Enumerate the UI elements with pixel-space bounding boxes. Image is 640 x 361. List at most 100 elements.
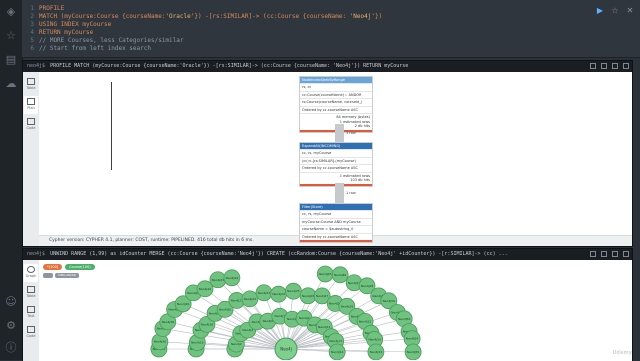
course-node[interactable]: Neo4j24 bbox=[270, 285, 287, 303]
course-node-label: Neo4j48 bbox=[361, 284, 374, 288]
tab-table[interactable]: Table bbox=[24, 76, 38, 94]
frame-controls bbox=[590, 63, 629, 69]
course-node[interactable]: Neo4j43 bbox=[209, 271, 227, 289]
course-node-label: Neo4j29 bbox=[341, 304, 354, 308]
course-node[interactable]: Neo4j46 bbox=[331, 266, 349, 284]
course-node-label: Neo4j22 bbox=[244, 297, 257, 301]
code-token: USING INDEX myCourse bbox=[39, 21, 112, 28]
fullscreen-icon[interactable] bbox=[601, 251, 607, 257]
course-node[interactable]: Neo4j23 bbox=[255, 284, 273, 302]
tab-code[interactable]: Code bbox=[24, 324, 38, 342]
collapse-icon[interactable] bbox=[612, 251, 618, 257]
tab-table[interactable]: Table bbox=[24, 284, 38, 302]
text-icon bbox=[27, 306, 35, 313]
course-node-label: Neo4j21 bbox=[231, 298, 244, 302]
clear-icon[interactable]: ✕ bbox=[626, 6, 634, 15]
course-node-label: Neo4j9 bbox=[299, 316, 310, 320]
close-icon[interactable] bbox=[623, 63, 629, 69]
plan-operator-detail: rs:Course(courseName, courseId_) bbox=[300, 98, 372, 106]
fullscreen-icon[interactable] bbox=[601, 63, 607, 69]
code-token: 'Neo4j' bbox=[349, 13, 375, 20]
frame-view-tabs: Graph Table Text Code bbox=[23, 260, 40, 361]
course-node-label: Neo4j25 bbox=[287, 289, 300, 293]
plan-operator-box[interactable]: Filter(Store) cc, rs, myCourse myCourse:Co… bbox=[299, 203, 373, 243]
udemy-logo: Udemy bbox=[612, 350, 633, 356]
code-icon bbox=[27, 118, 35, 125]
frame-query: UNWIND RANGE (1,99) as idCounter MERGE (… bbox=[50, 251, 508, 257]
plan-operator-box[interactable]: ExpandAll(INCOMING) cc, rs, myCourse (cc)<… bbox=[299, 142, 373, 187]
code-token: // MORE Courses, less Categories/similar bbox=[39, 37, 184, 44]
course-node-label: Neo4j20 bbox=[219, 307, 232, 311]
table-icon bbox=[27, 286, 35, 293]
course-node-label: Neo4j18 bbox=[201, 322, 214, 326]
course-node-label: Neo4j47 bbox=[348, 281, 361, 285]
plan-operator-detail: cc:Course(courseName) :: ANDOR bbox=[300, 90, 372, 99]
tab-graph[interactable]: Graph bbox=[24, 264, 38, 282]
course-node[interactable]: Neo4j14 bbox=[328, 343, 346, 360]
play-icon[interactable]: ▶ bbox=[596, 6, 604, 15]
frame-query-bar[interactable]: neo4j$ PROFILE MATCH (myCourse:Course {c… bbox=[23, 61, 632, 72]
course-node-label: Neo4j33 bbox=[368, 337, 381, 341]
tab-label: Plan bbox=[27, 106, 35, 110]
tab-label: Code bbox=[26, 126, 36, 130]
line-number: 1 bbox=[30, 5, 34, 12]
cloud-icon[interactable]: ☁ bbox=[4, 76, 18, 90]
tab-code[interactable]: Code bbox=[24, 116, 38, 134]
pin-icon[interactable] bbox=[590, 63, 596, 69]
similar-relationship[interactable] bbox=[285, 348, 414, 353]
close-icon[interactable] bbox=[623, 251, 629, 257]
course-node-label: Neo4j42 bbox=[199, 287, 212, 291]
graph-result-frame: neo4j$ UNWIND RANGE (1,99) as idCounter … bbox=[22, 248, 633, 361]
frame-query-bar[interactable]: neo4j$ UNWIND RANGE (1,99) as idCounter … bbox=[23, 249, 632, 260]
center-course-node[interactable]: Neo4j bbox=[274, 337, 298, 360]
course-node-label: Neo4j38 bbox=[162, 320, 175, 324]
course-node[interactable]: Neo4j25 bbox=[285, 282, 302, 300]
course-node[interactable]: Neo4j26 bbox=[299, 287, 317, 305]
settings-icon[interactable]: ⚙ bbox=[4, 318, 18, 332]
course-node-label: Neo4j7 bbox=[275, 314, 286, 318]
course-node-label: Neo4j23 bbox=[258, 291, 271, 295]
about-icon[interactable]: ⓘ bbox=[4, 340, 18, 354]
course-node-label: Neo4j13 bbox=[329, 339, 342, 343]
tab-label: Table bbox=[26, 86, 36, 90]
star-icon[interactable]: ☆ bbox=[611, 6, 619, 15]
course-node-label: Neo4j24 bbox=[272, 292, 285, 296]
course-node-label: Neo4j2 bbox=[231, 342, 242, 346]
tab-label: Graph bbox=[25, 274, 37, 278]
code-token: }) bbox=[374, 13, 383, 20]
graph-canvas[interactable]: *(100) Course(100) SIMILAR(99) Neo4j1Neo… bbox=[39, 260, 632, 361]
course-node[interactable]: Neo4j55 bbox=[404, 343, 422, 360]
line-number: 6 bbox=[30, 45, 34, 52]
code-token: }) -[rs:SIMILAR]-> (cc:Course {courseNam… bbox=[194, 13, 350, 20]
course-node-label: Neo4j40 bbox=[177, 302, 190, 306]
plan-row-count: 1 row bbox=[346, 131, 356, 135]
course-node-label: Neo4j16 bbox=[191, 340, 204, 344]
frame-query: PROFILE MATCH (myCourse:Course {courseNa… bbox=[50, 63, 409, 69]
code-line: 1 PROFILE bbox=[26, 5, 64, 13]
editor-actions: ▶ ☆ ✕ bbox=[596, 6, 634, 15]
course-node[interactable]: Neo4j45 bbox=[316, 265, 334, 283]
line-number: 4 bbox=[30, 29, 34, 36]
course-node[interactable]: Neo4j22 bbox=[241, 290, 259, 308]
feedback-icon[interactable]: ☺ bbox=[4, 294, 18, 308]
pin-icon[interactable] bbox=[590, 251, 596, 257]
course-node[interactable]: Neo4j44 bbox=[223, 269, 241, 287]
plan-connector bbox=[335, 124, 344, 142]
plan-operator-detail: Ordered by cc.courseName ASC bbox=[300, 105, 372, 114]
plan-row-count: 1 row bbox=[346, 191, 356, 195]
frame-prompt: neo4j$ bbox=[27, 251, 46, 257]
collapse-icon[interactable] bbox=[612, 63, 618, 69]
db-hits-bar bbox=[300, 240, 372, 242]
graph-visualization[interactable]: Neo4j1Neo4j2Neo4j3Neo4j4Neo4j5Neo4j6Neo4… bbox=[39, 260, 640, 360]
database-icon[interactable]: ◈ bbox=[4, 4, 18, 18]
plan-operator-detail: cc, rs, myCourse bbox=[300, 210, 372, 218]
course-node[interactable]: Neo4j34 bbox=[367, 343, 385, 360]
query-editor[interactable]: 1 PROFILE 2 MATCH (myCourse:Course {courseN… bbox=[22, 0, 640, 58]
tab-plan[interactable]: Plan bbox=[24, 96, 38, 114]
tab-label: Table bbox=[26, 294, 36, 298]
documents-icon[interactable]: ▤ bbox=[4, 52, 18, 66]
tab-label: Code bbox=[26, 334, 36, 338]
tab-text[interactable]: Text bbox=[24, 304, 38, 322]
frame-prompt: neo4j$ bbox=[27, 63, 46, 69]
favorites-icon[interactable]: ☆ bbox=[4, 28, 18, 42]
